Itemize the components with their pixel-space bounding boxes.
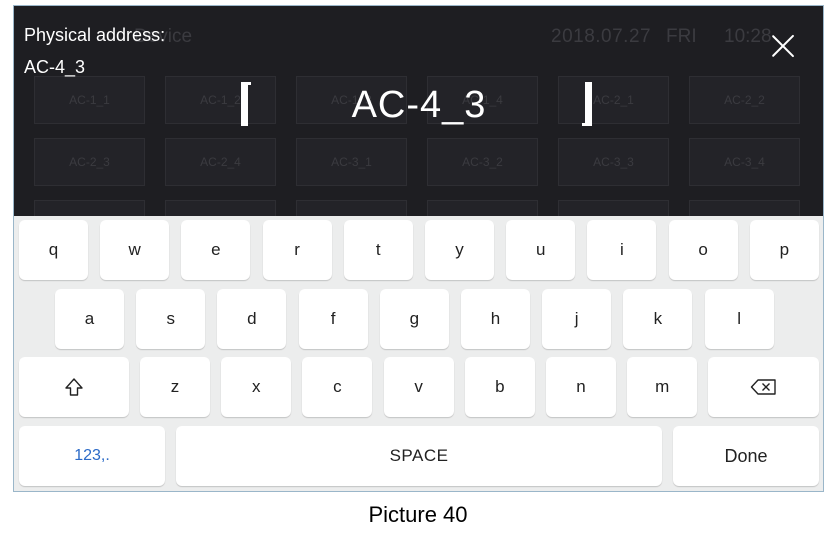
key-h[interactable]: h (461, 289, 530, 349)
left-bracket (237, 82, 253, 126)
figure-caption: Picture 40 (368, 502, 468, 527)
physical-address-label: Physical address: (24, 25, 166, 45)
key-i[interactable]: i (587, 220, 657, 280)
key-r[interactable]: r (262, 220, 332, 280)
key-k[interactable]: k (623, 289, 693, 349)
done-key[interactable]: Done (673, 426, 819, 486)
key-x[interactable]: x (221, 357, 292, 417)
background-device-tile: AC-1_1 (34, 76, 145, 124)
key-b[interactable]: b (464, 357, 535, 417)
key-d[interactable]: d (217, 289, 287, 349)
onscreen-keyboard: qwertyuiop asdfghjkl zxcvbnm 123,. SPACE… (14, 216, 823, 491)
background-device-tile: AC-2_2 (689, 76, 800, 124)
background-device-tile: AC-2_1 (558, 76, 669, 124)
key-t[interactable]: t (343, 220, 413, 280)
key-a[interactable]: a (55, 289, 124, 349)
right-bracket (580, 82, 596, 126)
key-f[interactable]: f (298, 289, 368, 349)
key-p[interactable]: p (749, 220, 819, 280)
background-device-tile: AC-1_2 (165, 76, 276, 124)
background-device-tile: AC-3_2 (427, 138, 538, 186)
background-device-tile: AC-2_4 (165, 138, 276, 186)
key-c[interactable]: c (302, 357, 373, 417)
key-l[interactable]: l (704, 289, 774, 349)
background-date: 2018.07.27 (551, 26, 652, 47)
background-device-tile: AC-3_3 (558, 138, 669, 186)
key-o[interactable]: o (668, 220, 738, 280)
background-time: 10:28 (724, 26, 772, 47)
backspace-icon (750, 378, 778, 396)
physical-address-value: AC-4_3 (24, 57, 86, 77)
background-device-tile: AC-3_4 (689, 138, 800, 186)
key-j[interactable]: j (542, 289, 612, 349)
background-day: FRI (666, 26, 697, 47)
space-key[interactable]: SPACE (176, 426, 662, 486)
key-e[interactable]: e (181, 220, 251, 280)
close-icon[interactable] (770, 33, 796, 59)
key-v[interactable]: v (383, 357, 454, 417)
numbers-key[interactable]: 123,. (19, 426, 165, 486)
key-q[interactable]: q (19, 220, 88, 280)
background-device-tile: AC-2_3 (34, 138, 145, 186)
screen: Device 2018.07.27 FRI 10:28 AC-1_1 AC-1_2… (13, 5, 824, 492)
key-w[interactable]: w (100, 220, 170, 280)
address-input-display[interactable]: AC-4_3 (274, 84, 564, 127)
backspace-key[interactable] (708, 357, 819, 417)
key-u[interactable]: u (506, 220, 576, 280)
key-z[interactable]: z (140, 357, 210, 417)
shift-key[interactable] (19, 357, 129, 417)
key-m[interactable]: m (627, 357, 698, 417)
key-y[interactable]: y (425, 220, 494, 280)
key-s[interactable]: s (136, 289, 206, 349)
shift-icon (64, 377, 84, 397)
key-g[interactable]: g (379, 289, 449, 349)
background-device-tile: AC-3_1 (296, 138, 407, 186)
key-n[interactable]: n (546, 357, 616, 417)
